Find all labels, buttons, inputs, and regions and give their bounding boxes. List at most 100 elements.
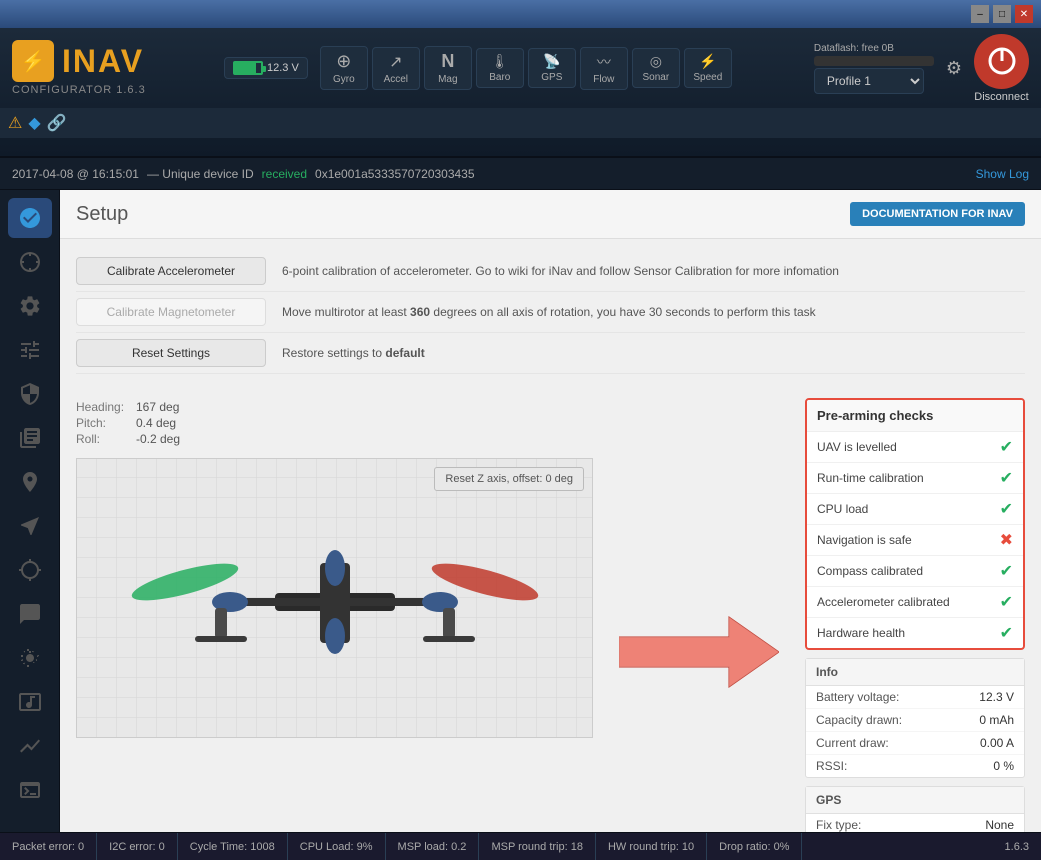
sensor-mag[interactable]: N Mag: [424, 46, 472, 90]
sidebar-item-receiver[interactable]: [8, 374, 52, 414]
check-uav-levelled-icon: ✔: [1000, 437, 1013, 457]
battery-voltage: 12.3 V: [267, 62, 299, 74]
sidebar-item-blackbox[interactable]: [8, 726, 52, 766]
sonar-icon: ◎: [650, 53, 662, 70]
sonar-label: Sonar: [642, 72, 669, 83]
drone-section: Heading:167 deg Pitch:0.4 deg Roll:-0.2 …: [60, 386, 1041, 832]
flow-icon: 〰: [597, 52, 611, 72]
sensor-gyro[interactable]: ⊕ Gyro: [320, 46, 368, 90]
msp-round-trip: MSP round trip: 18: [479, 833, 596, 860]
check-uav-levelled-label: UAV is levelled: [817, 440, 897, 454]
main-content: Setup DOCUMENTATION FOR INAV Calibrate A…: [60, 190, 1041, 832]
calibrate-accelerometer-button[interactable]: Calibrate Accelerometer: [76, 257, 266, 285]
sidebar-item-config[interactable]: [8, 286, 52, 326]
drone-visual: Reset Z axis, offset: 0 deg: [76, 458, 593, 738]
drop-ratio: Drop ratio: 0%: [707, 833, 802, 860]
check-cpu-load: CPU load ✔: [807, 494, 1023, 525]
maximize-button[interactable]: □: [993, 5, 1011, 23]
calibrate-magnetometer-button[interactable]: Calibrate Magnetometer: [76, 298, 266, 326]
titlebar: – □ ✕: [0, 0, 1041, 28]
accel-label: Accel: [384, 74, 408, 85]
minimize-button[interactable]: –: [971, 5, 989, 23]
info-panel: Info Battery voltage: 12.3 V Capacity dr…: [805, 658, 1025, 778]
device-id-text: 0x1e001a5333570720303435: [315, 167, 475, 181]
gear-button[interactable]: ⚙: [946, 58, 962, 79]
disconnect-button[interactable]: Disconnect: [974, 34, 1029, 103]
sidebar-item-setup[interactable]: [8, 198, 52, 238]
calibration-row-accel: Calibrate Accelerometer 6-point calibrat…: [76, 251, 1025, 292]
sidebar-item-motors[interactable]: [8, 462, 52, 502]
gps-icon: 📡: [543, 53, 560, 70]
check-navigation-safe: Navigation is safe ✖: [807, 525, 1023, 556]
baro-icon: 🌡: [491, 53, 509, 70]
fix-type-value: None: [985, 818, 1014, 832]
check-navigation-label: Navigation is safe: [817, 533, 912, 547]
app-version: CONFIGURATOR 1.6.3: [12, 84, 212, 96]
fix-type-row: Fix type: None: [806, 814, 1024, 832]
rssi-value: 0 %: [993, 759, 1014, 773]
mag-icon: N: [441, 51, 454, 72]
sidebar: [0, 190, 60, 832]
sensor-accel[interactable]: ↗ Accel: [372, 47, 420, 90]
show-log-button[interactable]: Show Log: [976, 167, 1029, 181]
sensor-sonar[interactable]: ◎ Sonar: [632, 48, 680, 88]
reset-settings-button[interactable]: Reset Settings: [76, 339, 266, 367]
close-button[interactable]: ✕: [1015, 5, 1033, 23]
accel-icon: ↗: [389, 52, 402, 72]
rssi-row: RSSI: 0 %: [806, 755, 1024, 777]
sidebar-item-servos[interactable]: [8, 506, 52, 546]
main-layout: Setup DOCUMENTATION FOR INAV Calibrate A…: [0, 190, 1041, 832]
sensor-flow[interactable]: 〰 Flow: [580, 47, 628, 90]
capacity-value: 0 mAh: [979, 713, 1014, 727]
profile-select[interactable]: Profile 1 Profile 2 Profile 3: [814, 68, 924, 94]
check-runtime-calibration: Run-time calibration ✔: [807, 463, 1023, 494]
battery-indicator: 12.3 V: [224, 57, 308, 79]
sensor-speed[interactable]: ⚡ Speed: [684, 48, 732, 88]
calibrate-accel-description: 6-point calibration of accelerometer. Go…: [282, 264, 839, 278]
current-draw-row: Current draw: 0.00 A: [806, 732, 1024, 755]
sidebar-item-gps-tab[interactable]: [8, 550, 52, 590]
reset-z-button[interactable]: Reset Z axis, offset: 0 deg: [434, 467, 584, 491]
sidebar-item-mission[interactable]: [8, 594, 52, 634]
check-cpu-label: CPU load: [817, 502, 868, 516]
check-hardware-health: Hardware health ✔: [807, 618, 1023, 648]
documentation-button[interactable]: DOCUMENTATION FOR INAV: [850, 202, 1025, 226]
mag-label: Mag: [438, 74, 457, 85]
pitch-value: 0.4 deg: [136, 416, 176, 430]
sidebar-item-pid[interactable]: [8, 330, 52, 370]
sidebar-item-modes[interactable]: [8, 418, 52, 458]
capacity-label: Capacity drawn:: [816, 713, 902, 727]
msp-load: MSP load: 0.2: [386, 833, 480, 860]
flow-label: Flow: [593, 74, 614, 85]
sidebar-item-calibration[interactable]: [8, 242, 52, 282]
content-header: Setup DOCUMENTATION FOR INAV: [60, 190, 1041, 239]
gps-label: GPS: [541, 72, 562, 83]
check-uav-levelled: UAV is levelled ✔: [807, 432, 1023, 463]
sensor-gps[interactable]: 📡 GPS: [528, 48, 576, 88]
sidebar-item-osd[interactable]: [8, 682, 52, 722]
i2c-error: I2C error: 0: [97, 833, 178, 860]
right-panels: Pre-arming checks UAV is levelled ✔ Run-…: [805, 398, 1025, 832]
heading-label: Heading:: [76, 400, 136, 414]
separator: — Unique device ID: [147, 167, 254, 181]
sidebar-item-cli[interactable]: [8, 770, 52, 810]
received-status: received: [262, 167, 307, 181]
hw-round-trip: HW round trip: 10: [596, 833, 707, 860]
calibration-row-mag: Calibrate Magnetometer Move multirotor a…: [76, 292, 1025, 333]
gyro-icon: ⊕: [336, 51, 351, 72]
svg-text:⚡: ⚡: [21, 49, 46, 73]
sensor-baro[interactable]: 🌡 Baro: [476, 48, 524, 88]
packet-error: Packet error: 0: [0, 833, 97, 860]
battery-voltage-value: 12.3 V: [979, 690, 1014, 704]
sensor-row: ⊕ Gyro ↗ Accel N Mag 🌡 Baro 📡 GPS 〰 Flow: [320, 46, 802, 90]
baro-label: Baro: [489, 72, 510, 83]
app-version-bottom: 1.6.3: [993, 841, 1041, 853]
status-bar: 2017-04-08 @ 16:15:01 — Unique device ID…: [0, 158, 1041, 190]
check-compass-label: Compass calibrated: [817, 564, 923, 578]
drone-svg: [85, 508, 585, 688]
dataflash-label: Dataflash: free 0B: [814, 43, 894, 54]
gps-panel-title: GPS: [806, 787, 1024, 814]
sidebar-item-led[interactable]: [8, 638, 52, 678]
fix-type-label: Fix type:: [816, 818, 861, 832]
check-hardware-icon: ✔: [1000, 623, 1013, 643]
